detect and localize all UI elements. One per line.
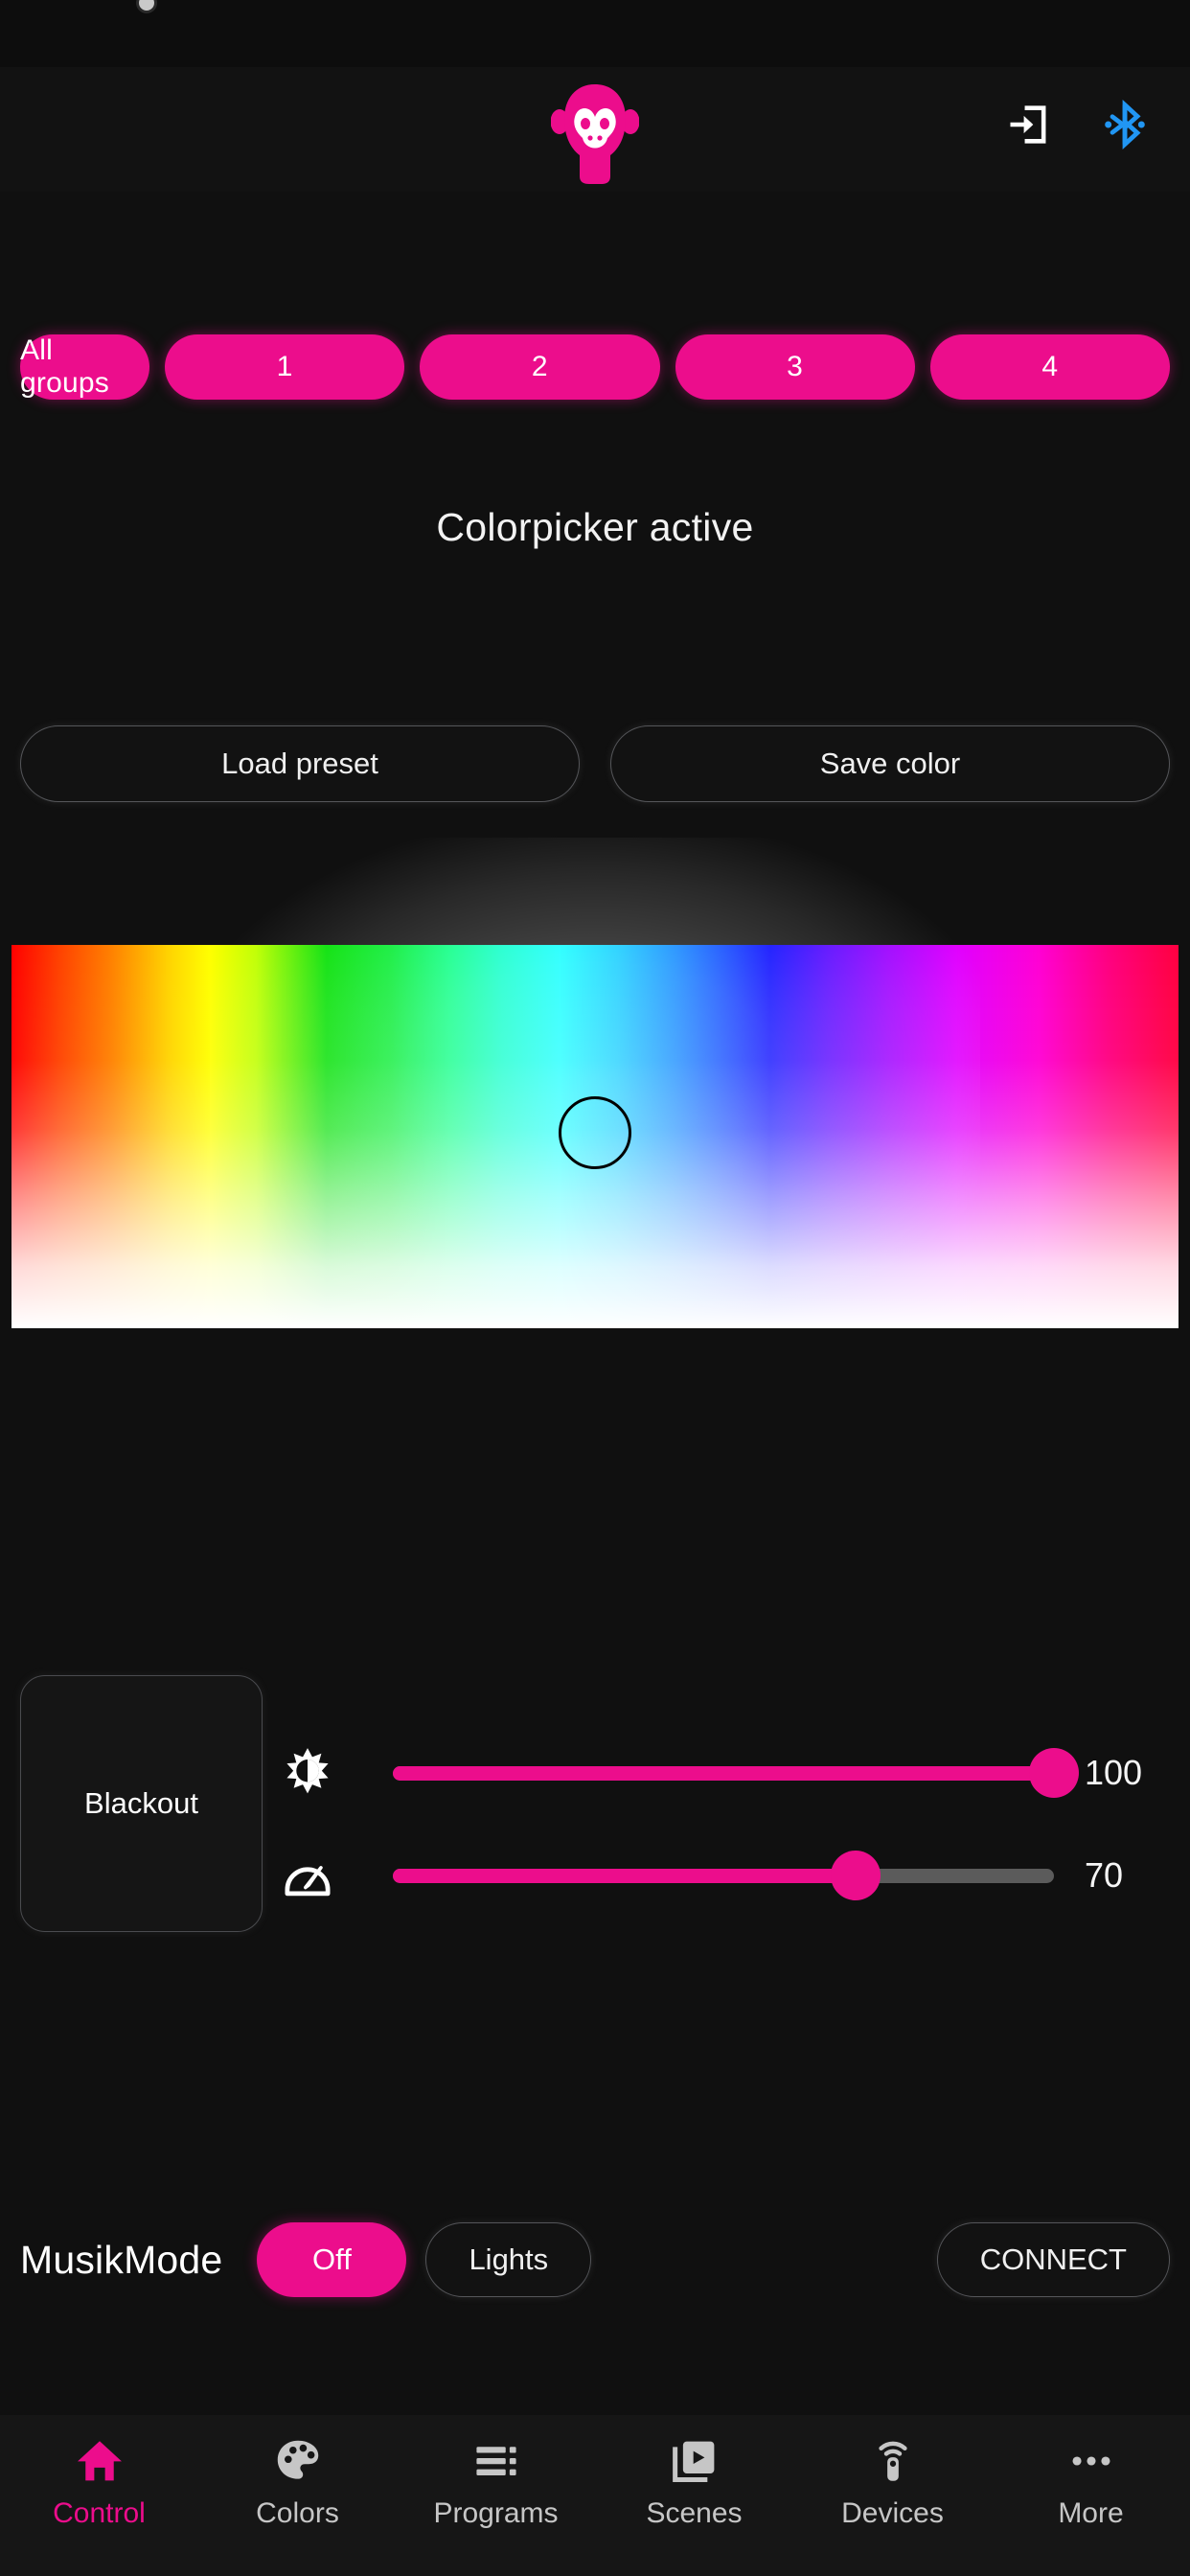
lights-button[interactable]: Lights [425, 2222, 592, 2297]
brightness-icon [278, 1743, 337, 1803]
group-button-4[interactable]: 4 [929, 334, 1170, 400]
nav-label-control: Control [53, 2497, 146, 2529]
status-bar-icon [136, 0, 157, 13]
save-color-label: Save color [819, 747, 961, 780]
load-preset-label: Load preset [221, 747, 378, 780]
speed-slider[interactable] [393, 1846, 1054, 1905]
group-button-all[interactable]: All groups [20, 334, 149, 400]
brightness-slider-thumb[interactable] [1029, 1748, 1079, 1798]
status-title: Colorpicker active [436, 505, 754, 549]
musikmode-state-label: Off [312, 2242, 352, 2276]
group-button-1[interactable]: 1 [165, 334, 405, 400]
remote-control-icon [878, 2441, 907, 2481]
group-selector: All groups 1 2 3 4 [20, 334, 1170, 400]
monkey-head-logo [551, 84, 639, 184]
group-button-label: All groups [20, 334, 109, 399]
login-arrow-icon[interactable] [1004, 100, 1054, 150]
more-dots-icon [1072, 2456, 1110, 2466]
speed-value: 70 [1085, 1855, 1124, 1895]
nav-label-programs: Programs [433, 2497, 559, 2529]
speed-slider-fill [393, 1868, 856, 1883]
speed-slider-thumb[interactable] [831, 1851, 881, 1900]
speed-gauge-icon [278, 1846, 337, 1905]
musikmode-toggle-button[interactable]: Off [257, 2222, 407, 2297]
colorpicker-canvas[interactable] [11, 838, 1179, 1328]
preset-actions: Load preset Save color [20, 725, 1170, 802]
group-button-label: 1 [276, 351, 293, 382]
lights-label: Lights [469, 2242, 549, 2276]
nav-label-devices: Devices [841, 2497, 944, 2529]
connect-button[interactable]: CONNECT [936, 2222, 1170, 2297]
nav-item-more[interactable]: More [992, 2436, 1190, 2530]
connect-label: CONNECT [979, 2242, 1127, 2276]
nav-label-colors: Colors [256, 2497, 339, 2529]
group-button-label: 3 [787, 351, 804, 382]
bottom-navigation: Control Colors Programs Scenes Devices M… [0, 2415, 1190, 2576]
nav-item-scenes[interactable]: Scenes [595, 2436, 793, 2530]
nav-item-control[interactable]: Control [0, 2436, 198, 2530]
nav-item-colors[interactable]: Colors [198, 2436, 397, 2530]
bluetooth-icon[interactable] [1100, 100, 1150, 150]
blackout-button[interactable]: Blackout [20, 1675, 263, 1932]
list-icon [475, 2447, 516, 2475]
status-bar [0, 0, 1190, 67]
musikmode-row: MusikMode Off Lights CONNECT [20, 2222, 1170, 2297]
group-button-2[interactable]: 2 [420, 334, 660, 400]
nav-item-programs[interactable]: Programs [397, 2436, 595, 2530]
nav-item-devices[interactable]: Devices [793, 2436, 992, 2530]
load-preset-button[interactable]: Load preset [20, 725, 580, 802]
app-header [0, 67, 1190, 192]
musikmode-label: MusikMode [20, 2237, 223, 2282]
group-button-label: 2 [531, 351, 548, 382]
blackout-label: Blackout [84, 1786, 198, 1820]
library-play-icon [672, 2441, 714, 2482]
home-icon [77, 2441, 122, 2481]
group-button-label: 4 [1041, 351, 1059, 382]
brightness-slider-fill [393, 1765, 1054, 1781]
colorpicker-handle[interactable] [559, 1096, 631, 1169]
save-color-button[interactable]: Save color [610, 725, 1170, 802]
palette-icon [277, 2440, 318, 2479]
header-icon-group [1004, 100, 1150, 150]
nav-label-scenes: Scenes [646, 2497, 743, 2529]
brightness-slider[interactable] [393, 1743, 1079, 1803]
nav-label-more: More [1058, 2497, 1124, 2529]
group-button-3[interactable]: 3 [675, 334, 915, 400]
brightness-slider-row: 100 [278, 1730, 1167, 1816]
speed-slider-row: 70 [278, 1832, 1167, 1919]
brightness-value: 100 [1085, 1753, 1143, 1792]
